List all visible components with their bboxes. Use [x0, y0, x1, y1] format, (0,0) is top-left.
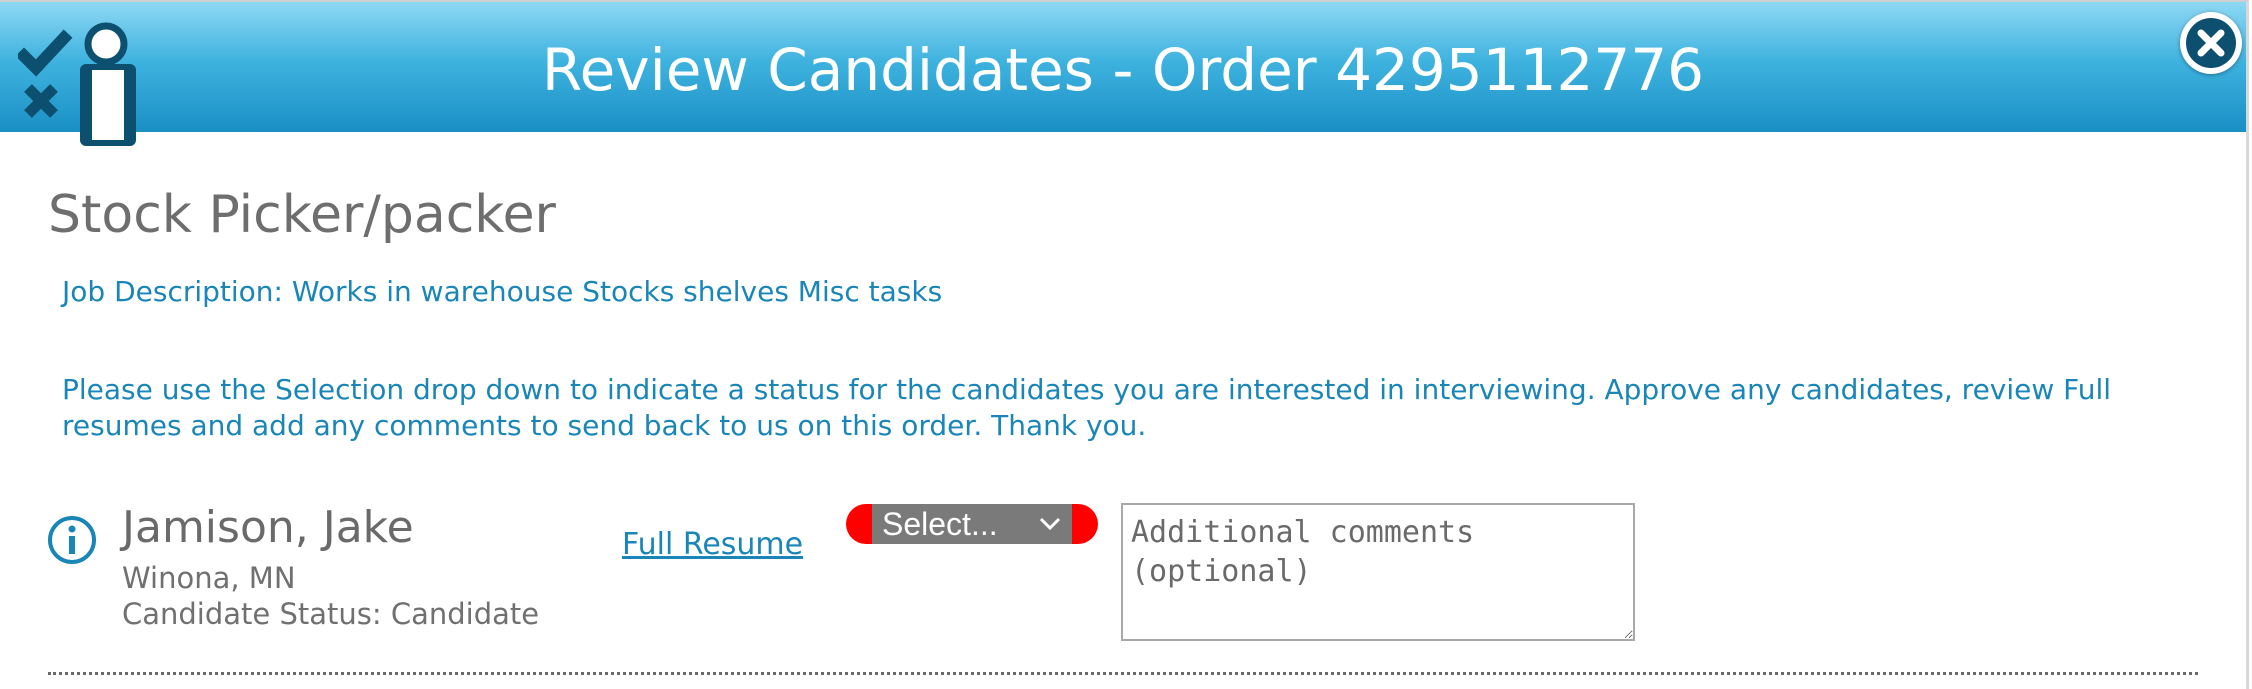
- close-button[interactable]: [2180, 12, 2242, 74]
- row-divider: [48, 672, 2198, 675]
- candidate-name: Jamison, Jake: [122, 502, 414, 553]
- review-candidates-dialog: Review Candidates - Order 4295112776 Sto…: [0, 0, 2249, 689]
- dialog-header: Review Candidates - Order 4295112776: [0, 2, 2246, 146]
- instructions-text: Please use the Selection drop down to in…: [62, 373, 2112, 442]
- info-icon[interactable]: [46, 514, 98, 566]
- candidate-status: Candidate Status: Candidate: [122, 597, 540, 631]
- chevron-down-icon: [1039, 517, 1061, 531]
- close-icon: [2186, 18, 2236, 68]
- selection-dropdown[interactable]: Select...: [846, 504, 1098, 544]
- full-resume-link[interactable]: Full Resume: [622, 526, 803, 564]
- dialog-title: Review Candidates - Order 4295112776: [541, 36, 1705, 104]
- selection-dropdown-value: Select...: [882, 506, 998, 542]
- job-title: Stock Picker/packer: [48, 185, 556, 245]
- additional-comments-field[interactable]: [1121, 503, 1635, 641]
- candidate-location: Winona, MN: [122, 561, 296, 595]
- job-description: Job Description: Works in warehouse Stoc…: [62, 275, 943, 308]
